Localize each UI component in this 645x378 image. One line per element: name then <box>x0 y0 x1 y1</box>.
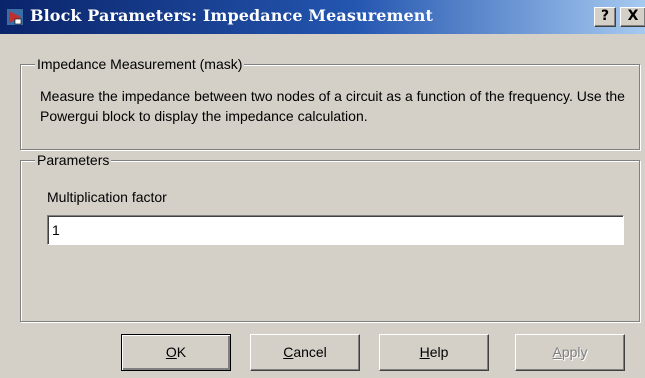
apply-button-mnemonic: A <box>552 344 562 360</box>
title-bar[interactable]: Block Parameters: Impedance Measurement … <box>0 0 645 34</box>
help-button-label: elp <box>429 344 449 360</box>
ok-button-mnemonic: O <box>165 344 177 360</box>
cancel-button-mnemonic: C <box>283 344 294 360</box>
parameters-group: Parameters Multiplication factor <box>20 151 640 322</box>
window-title: Block Parameters: Impedance Measurement <box>30 6 434 25</box>
cancel-button-label: ancel <box>293 344 327 360</box>
parameters-group-legend: Parameters <box>35 151 112 169</box>
cancel-button[interactable]: Cancel <box>250 334 360 371</box>
help-title-button[interactable]: ? <box>594 7 616 27</box>
ok-button[interactable]: OK <box>121 334 231 371</box>
multiplication-factor-input[interactable] <box>47 215 624 245</box>
multiplication-factor-label: Multiplication factor <box>47 189 167 205</box>
apply-button-label: pply <box>561 344 588 360</box>
help-button-mnemonic: H <box>419 344 430 360</box>
close-title-button[interactable]: X <box>620 7 645 27</box>
apply-button[interactable]: Apply <box>515 334 625 371</box>
block-description: Measure the impedance between two nodes … <box>40 88 625 124</box>
help-button[interactable]: Help <box>379 334 489 371</box>
ok-button-label: K <box>176 344 187 360</box>
description-group-legend: Impedance Measurement (mask) <box>35 55 245 73</box>
simulink-block-icon <box>6 8 24 26</box>
